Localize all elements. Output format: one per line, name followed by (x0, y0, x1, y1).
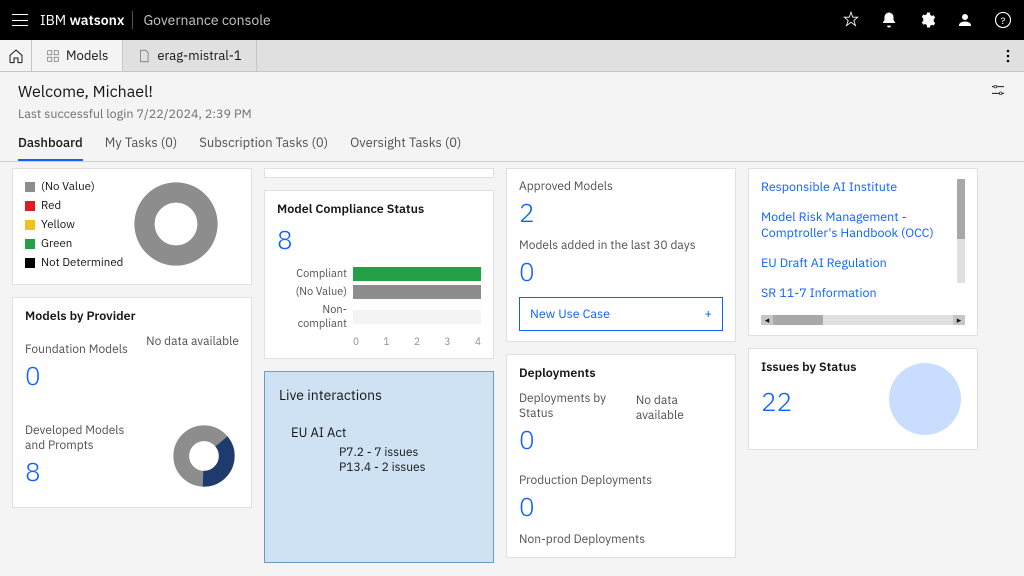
tab-file-label: erag-mistral-1 (157, 47, 241, 64)
prod-deployments-label: Production Deployments (519, 473, 723, 488)
added-models-count: 0 (519, 255, 723, 289)
developed-models-count: 8 (25, 455, 145, 489)
tab-subscription-tasks[interactable]: Subscription Tasks (0) (199, 134, 328, 161)
prod-deployments-count: 0 (519, 490, 723, 524)
issues-donut (885, 359, 965, 439)
models-by-provider-title: Models by Provider (25, 308, 239, 324)
live-p134: P13.4 - 2 issues (339, 460, 479, 475)
foundation-models-count: 0 (25, 359, 128, 393)
help-icon[interactable]: ? (994, 11, 1012, 29)
last-login: Last successful login 7/22/2024, 2:39 PM (18, 106, 252, 122)
grid-icon (46, 49, 60, 63)
dashboard-grid: (No Value) Red Yellow Green Not Determin… (0, 162, 1024, 575)
tab-my-tasks[interactable]: My Tasks (0) (105, 134, 178, 161)
tabrow: Models erag-mistral-1 (0, 40, 1024, 72)
card-status-legend: (No Value) Red Yellow Green Not Determin… (12, 168, 252, 285)
issues-title: Issues by Status (761, 359, 857, 375)
live-p72: P7.2 - 7 issues (339, 445, 479, 460)
deployments-by-status-label: Deployments by Status (519, 391, 636, 421)
tab-file[interactable]: erag-mistral-1 (123, 40, 256, 71)
brand: IBM watsonxGovernance console (40, 11, 271, 29)
legend: (No Value) Red Yellow Green Not Determin… (25, 179, 123, 274)
approved-models-count: 2 (519, 196, 723, 230)
deployments-no-data: No data available (636, 393, 723, 423)
live-title: Live interactions (279, 386, 479, 404)
developed-donut (169, 421, 239, 491)
card-deployments: Deployments Deployments by Status 0 No d… (506, 354, 736, 558)
welcome-greeting: Welcome, Michael! (18, 82, 252, 102)
user-icon[interactable] (956, 11, 974, 29)
svg-text:?: ? (1001, 14, 1006, 27)
scrollbar-horizontal[interactable]: ◂ ▸ (761, 315, 965, 325)
compass-icon[interactable] (842, 11, 860, 29)
compliance-total: 8 (277, 223, 481, 257)
plus-icon: + (704, 306, 712, 322)
link-rai[interactable]: Responsible AI Institute (761, 179, 953, 195)
approved-models-label: Approved Models (519, 179, 723, 194)
card-compliance: Model Compliance Status 8 Compliant (No … (264, 190, 494, 359)
nonprod-deployments-label: Non-prod Deployments (519, 532, 723, 547)
bell-icon[interactable] (880, 11, 898, 29)
live-act: EU AI Act (291, 424, 479, 441)
deployments-by-status-count: 0 (519, 423, 636, 457)
tab-dashboard[interactable]: Dashboard (18, 134, 83, 161)
link-eudraft[interactable]: EU Draft AI Regulation (761, 255, 953, 271)
deployments-title: Deployments (519, 365, 723, 381)
file-icon (137, 49, 151, 63)
developed-models-label: Developed Models and Prompts (25, 423, 145, 453)
status-donut (131, 179, 221, 269)
settings-sliders-icon[interactable] (990, 82, 1006, 98)
card-live-interactions: Live interactions EU AI Act P7.2 - 7 iss… (264, 371, 494, 563)
foundation-models-label: Foundation Models (25, 342, 128, 357)
home-icon (8, 48, 24, 64)
card-use-cases: Approved Models 2 Models added in the la… (506, 168, 736, 342)
no-data-text: No data available (146, 334, 239, 349)
card-spacer (264, 168, 494, 178)
home-tab[interactable] (0, 40, 32, 71)
scrollbar-thumb-vertical[interactable] (957, 179, 965, 239)
card-resources: Responsible AI Institute Model Risk Mana… (748, 168, 978, 336)
tab-overflow-icon[interactable] (992, 40, 1024, 71)
tab-models-label: Models (66, 47, 108, 64)
link-sr117[interactable]: SR 11-7 Information (761, 285, 953, 301)
section-tabs: Dashboard My Tasks (0) Subscription Task… (0, 122, 1024, 162)
tab-oversight-tasks[interactable]: Oversight Tasks (0) (350, 134, 461, 161)
menu-icon[interactable] (12, 14, 28, 26)
card-models-by-provider: Models by Provider Foundation Models 0 N… (12, 297, 252, 508)
gear-icon[interactable] (918, 11, 936, 29)
compliance-title: Model Compliance Status (277, 201, 481, 217)
link-mrm[interactable]: Model Risk Management - Comptroller's Ha… (761, 209, 953, 241)
card-issues: Issues by Status 22 (748, 348, 978, 450)
tab-models[interactable]: Models (32, 40, 123, 71)
added-models-label: Models added in the last 30 days (519, 238, 723, 253)
welcome-header: Welcome, Michael! Last successful login … (0, 72, 1024, 122)
new-use-case-button[interactable]: New Use Case+ (519, 297, 723, 331)
topbar: IBM watsonxGovernance console ? (0, 0, 1024, 40)
issues-count: 22 (761, 385, 857, 419)
